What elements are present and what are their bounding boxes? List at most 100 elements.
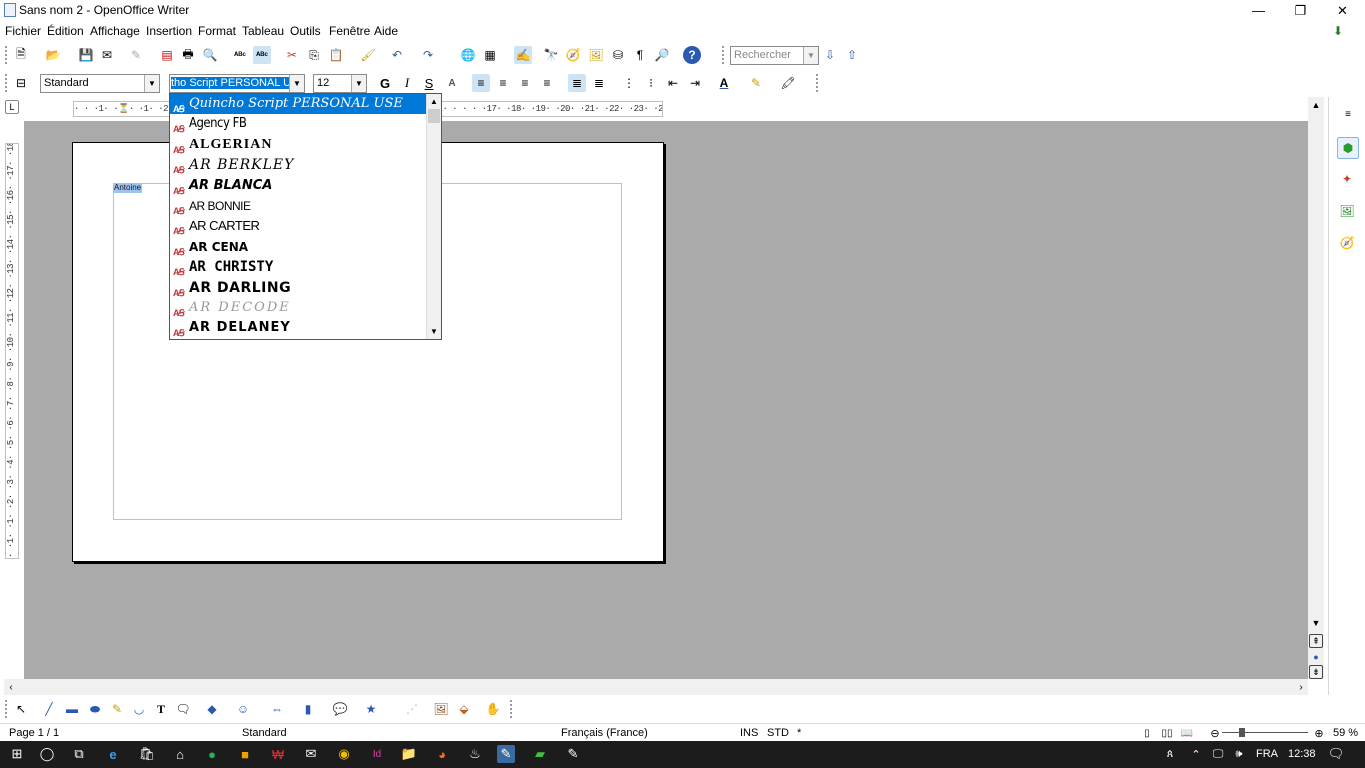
font-option-agency-fb[interactable]: A⁄Ꞩ Agency FB — [170, 114, 441, 134]
menu-insertion[interactable]: Insertion — [146, 24, 192, 38]
show-draw-functions-icon[interactable]: ✍ — [514, 46, 532, 64]
spellcheck-icon[interactable]: ᴬᴮᶜ — [231, 46, 249, 64]
callouts-icon[interactable]: 💬 — [331, 700, 349, 718]
numbering-icon[interactable]: ⋮ — [620, 74, 638, 92]
scroll-right-icon[interactable]: › — [1294, 679, 1308, 695]
scroll-down-icon[interactable]: ▼ — [427, 324, 441, 338]
firefox-icon[interactable]: ◕ — [433, 745, 451, 763]
horizontal-scrollbar[interactable]: ‹ › — [4, 679, 1308, 695]
increase-indent-icon[interactable]: ⇥ — [686, 74, 704, 92]
symbol-shapes-icon[interactable]: ☺ — [234, 700, 252, 718]
styles-icon[interactable]: ⊟ — [12, 74, 30, 92]
export-pdf-icon[interactable]: ▤ — [158, 46, 176, 64]
copy-icon[interactable]: ⎘ — [305, 46, 323, 64]
font-option-ar-christy[interactable]: A⁄Ꞩ AR CHRISTY — [170, 257, 441, 277]
table-icon[interactable]: ▦ — [481, 46, 499, 64]
zoom-icon[interactable]: 🔎 — [653, 46, 671, 64]
freeform-line-icon[interactable]: ✎ — [108, 700, 126, 718]
font-option-ar-cena[interactable]: A⁄Ꞩ AR CENA — [170, 237, 441, 257]
close-button[interactable]: ✕ — [1320, 0, 1365, 21]
data-sources-icon[interactable]: ⛁ — [609, 46, 627, 64]
windows-start-icon[interactable]: ⊞ — [8, 745, 26, 763]
from-file-icon[interactable]: 🖼 — [432, 700, 450, 718]
decrease-indent-icon[interactable]: ⇤ — [664, 74, 682, 92]
extrusion-icon[interactable]: ✋ — [484, 700, 502, 718]
font-option-quincho-script[interactable]: A⁄Ꞩ Quincho Script PERSONAL USE — [170, 94, 441, 115]
paragraph-style-select[interactable]: Standard ▼ — [40, 74, 160, 93]
multi-page-view-icon[interactable]: ▯▯ — [1158, 724, 1176, 742]
toolbar-grip[interactable] — [510, 700, 513, 718]
italic-icon[interactable]: I — [398, 74, 416, 92]
justify-icon[interactable]: ≡ — [538, 74, 556, 92]
basic-shapes-icon[interactable]: ◆ — [203, 700, 221, 718]
book-view-icon[interactable]: 📖 — [1178, 724, 1196, 742]
email-icon[interactable]: ✉ — [98, 46, 116, 64]
zoom-level[interactable]: 59 % — [1333, 727, 1358, 739]
clock[interactable]: 12:38 — [1288, 748, 1316, 760]
highlighting-icon[interactable]: ✎ — [747, 74, 765, 92]
nonprinting-chars-icon[interactable]: ¶ — [631, 46, 649, 64]
next-page-icon[interactable]: ⇟ — [1309, 665, 1323, 679]
text-direction-rtl-icon[interactable]: ≣ — [590, 74, 608, 92]
font-option-ar-decode[interactable]: A⁄Ꞩ AR DECODE — [170, 298, 441, 318]
bold-icon[interactable]: G — [376, 74, 394, 92]
minimize-button[interactable]: — — [1236, 0, 1281, 21]
menu-aide[interactable]: Aide — [374, 24, 398, 38]
indesign-icon[interactable]: Id — [368, 745, 386, 763]
app-icon[interactable]: ■ — [236, 745, 254, 763]
scroll-thumb[interactable] — [428, 109, 440, 123]
chevron-down-icon[interactable]: ▼ — [351, 75, 366, 92]
menu-outils[interactable]: Outils — [290, 24, 321, 38]
underline-icon[interactable]: S — [420, 74, 438, 92]
font-option-ar-darling[interactable]: A⁄Ꞩ AR DARLING — [170, 278, 441, 298]
menu-edition[interactable]: Édition — [47, 24, 84, 38]
zoom-slider-handle[interactable] — [1239, 728, 1245, 737]
menu-fenetre[interactable]: Fenêtre — [329, 24, 370, 38]
language-indicator[interactable]: Français (France) — [561, 727, 648, 739]
people-icon[interactable]: ጰ — [1161, 745, 1179, 763]
select-icon[interactable]: ↖ — [12, 700, 30, 718]
show-hidden-icons-icon[interactable]: ⌃ — [1187, 745, 1205, 763]
chevron-down-icon[interactable]: ▼ — [144, 75, 159, 92]
selected-text[interactable]: Antoine — [113, 183, 143, 193]
chrome-icon[interactable]: ◉ — [335, 745, 353, 763]
network-icon[interactable]: 🖵 — [1209, 745, 1227, 763]
print-preview-icon[interactable]: 🔍 — [201, 46, 219, 64]
input-language[interactable]: FRA — [1256, 748, 1278, 760]
points-icon[interactable]: ⋰ — [403, 700, 421, 718]
toolbar-grip[interactable] — [5, 46, 8, 64]
store-icon[interactable]: 🛍 — [138, 745, 156, 763]
block-arrows-icon[interactable]: ⇔ — [268, 700, 286, 718]
save-icon[interactable]: 💾 — [77, 46, 95, 64]
print-icon[interactable]: 🖶 — [179, 46, 197, 64]
navigator-icon[interactable]: 🧭 — [564, 46, 582, 64]
background-color-icon[interactable]: 🖍 — [779, 74, 797, 92]
find-previous-icon[interactable]: ⇧ — [843, 46, 861, 64]
openoffice-taskbar-icon[interactable]: ✎ — [497, 745, 515, 763]
task-view-icon[interactable]: ⧉ — [70, 745, 88, 763]
rectangle-icon[interactable]: ▬ — [63, 700, 81, 718]
find-next-icon[interactable]: ⇩ — [821, 46, 839, 64]
navigator-icon[interactable]: 🧭 — [1338, 234, 1356, 252]
spotify-icon[interactable]: ● — [203, 745, 221, 763]
clone-format-icon[interactable]: 🖌 — [359, 46, 377, 64]
zoom-out-icon[interactable]: ⊖ — [1206, 724, 1224, 742]
scroll-up-icon[interactable]: ▲ — [1308, 97, 1324, 113]
gallery-icon[interactable]: 🖼 — [1338, 202, 1356, 220]
insert-mode[interactable]: INS — [740, 727, 758, 739]
steam-icon[interactable]: ♨ — [466, 745, 484, 763]
font-color-icon[interactable]: A — [715, 74, 733, 92]
toolbar-grip[interactable] — [722, 46, 725, 64]
menu-affichage[interactable]: Affichage — [90, 24, 140, 38]
styles-formatting-icon[interactable]: ✦ — [1338, 170, 1356, 188]
search-input[interactable]: Rechercher ▼ — [730, 46, 819, 65]
font-option-ar-carter[interactable]: A⁄Ꞩ AR CARTER — [170, 216, 441, 236]
previous-page-icon[interactable]: ⇞ — [1309, 634, 1323, 648]
menu-format[interactable]: Format — [198, 24, 236, 38]
stars-icon[interactable]: ★ — [362, 700, 380, 718]
font-name-dropdown[interactable]: A⁄Ꞩ Quincho Script PERSONAL USE A⁄Ꞩ Agen… — [169, 93, 442, 340]
fontwork-icon[interactable]: ⬙ — [455, 700, 473, 718]
gallery-icon[interactable]: 🖼 — [587, 46, 605, 64]
single-page-view-icon[interactable]: ▯ — [1138, 724, 1156, 742]
edge-icon[interactable]: e — [104, 745, 122, 763]
